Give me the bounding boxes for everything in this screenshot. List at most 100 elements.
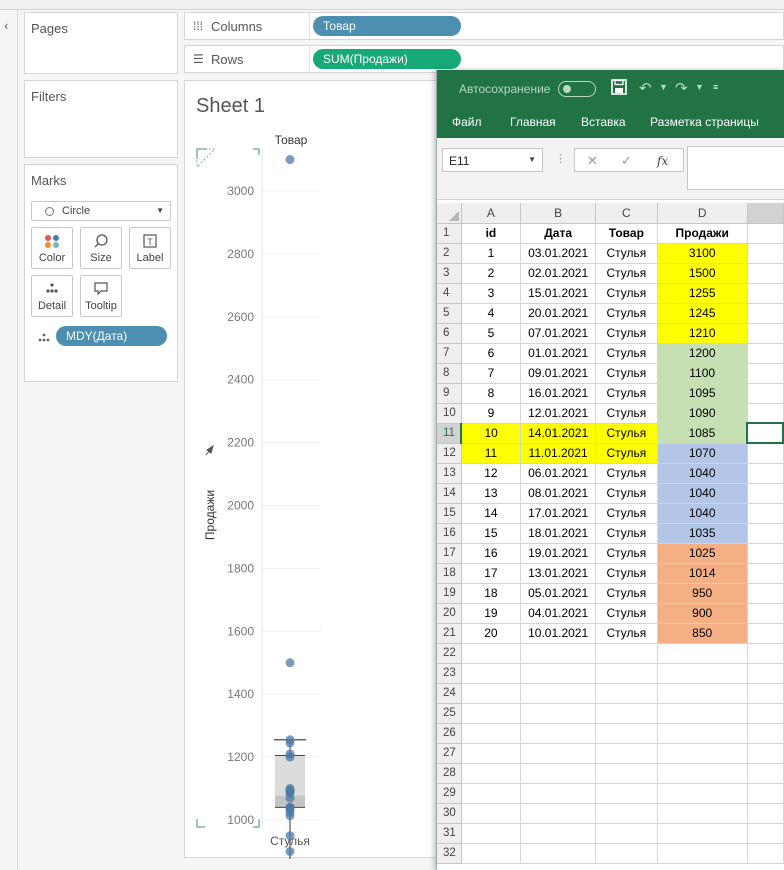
cell[interactable] [461,703,522,724]
product-cell[interactable]: Стулья [595,303,658,324]
cell[interactable] [461,663,522,684]
row-header[interactable]: 3 [437,263,462,284]
cell[interactable] [595,643,658,664]
cell[interactable] [595,823,658,844]
row-header[interactable]: 17 [437,543,462,564]
name-box[interactable]: E11 ▼ [442,148,543,172]
row-header[interactable]: 27 [437,743,462,764]
tab-file[interactable]: Файл [452,115,482,129]
id-cell[interactable]: 9 [461,403,522,424]
cell[interactable] [747,803,784,824]
row-header[interactable]: 20 [437,603,462,624]
row-header[interactable]: 28 [437,763,462,784]
product-cell[interactable]: Стулья [595,523,658,544]
cell[interactable] [461,783,522,804]
id-cell[interactable]: 6 [461,343,522,364]
cell[interactable] [747,723,784,744]
active-cell[interactable] [746,422,784,444]
product-cell[interactable]: Стулья [595,263,658,284]
product-cell[interactable]: Стулья [595,243,658,264]
cell[interactable] [520,803,597,824]
data-point[interactable] [285,831,295,841]
product-cell[interactable]: Стулья [595,503,658,524]
column-header-c[interactable]: C [595,203,658,224]
cell[interactable] [747,303,784,324]
sales-cell[interactable]: 1255 [657,283,748,304]
cell[interactable] [747,363,784,384]
cell[interactable] [747,543,784,564]
cell[interactable] [747,583,784,604]
cell[interactable] [747,243,784,264]
cell[interactable] [595,743,658,764]
cell[interactable] [747,483,784,504]
cell[interactable] [657,783,748,804]
data-point[interactable] [285,811,295,821]
label-button[interactable]: T Label [129,227,171,269]
pages-card[interactable]: Pages [24,12,178,74]
date-cell[interactable]: 12.01.2021 [520,403,597,424]
cell[interactable] [747,743,784,764]
cell[interactable] [747,323,784,344]
redo-dropdown-icon[interactable]: ▼ [695,82,704,92]
cell[interactable] [657,663,748,684]
product-cell[interactable]: Стулья [595,543,658,564]
cell[interactable] [461,803,522,824]
cell[interactable] [747,463,784,484]
data-point[interactable] [285,155,295,165]
row-header[interactable]: 23 [437,663,462,684]
date-cell[interactable]: 06.01.2021 [520,463,597,484]
header-cell[interactable]: Продажи [657,223,748,244]
row-header[interactable]: 24 [437,683,462,704]
cell[interactable] [747,683,784,704]
cell[interactable] [595,783,658,804]
row-header[interactable]: 32 [437,843,462,864]
cell[interactable] [657,703,748,724]
date-cell[interactable]: 10.01.2021 [520,623,597,644]
row-header[interactable]: 7 [437,343,462,364]
product-cell[interactable]: Стулья [595,343,658,364]
cell[interactable] [657,803,748,824]
sales-cell[interactable]: 1500 [657,263,748,284]
product-cell[interactable]: Стулья [595,463,658,484]
mark-type-dropdown[interactable]: Circle ▼ [31,201,171,221]
cell[interactable] [461,683,522,704]
date-cell[interactable]: 09.01.2021 [520,363,597,384]
cell[interactable] [595,843,658,864]
tab-insert[interactable]: Вставка [581,115,626,129]
cell[interactable] [461,763,522,784]
id-cell[interactable]: 5 [461,323,522,344]
cell[interactable] [657,843,748,864]
sales-cell[interactable]: 900 [657,603,748,624]
date-cell[interactable]: 17.01.2021 [520,503,597,524]
tooltip-button[interactable]: Tooltip [80,275,122,317]
enter-icon[interactable]: ✓ [621,153,632,169]
data-point[interactable] [285,658,295,668]
save-icon[interactable] [611,79,627,99]
tab-home[interactable]: Главная [510,115,556,129]
cell[interactable] [657,823,748,844]
color-button[interactable]: Color [31,227,73,269]
sales-cell[interactable]: 1085 [657,423,748,444]
row-header[interactable]: 2 [437,243,462,264]
detail-button[interactable]: Detail [31,275,73,317]
row-header[interactable]: 6 [437,323,462,344]
header-cell[interactable]: Дата [520,223,597,244]
cell[interactable] [520,763,597,784]
undo-dropdown-icon[interactable]: ▼ [659,82,668,92]
data-point[interactable] [285,738,295,748]
row-header[interactable]: 9 [437,383,462,404]
cell[interactable] [747,603,784,624]
cell[interactable] [595,723,658,744]
row-header[interactable]: 25 [437,703,462,724]
row-header[interactable]: 31 [437,823,462,844]
sales-cell[interactable]: 1095 [657,383,748,404]
cell[interactable] [747,263,784,284]
column-header-a[interactable]: A [461,203,522,224]
row-header[interactable]: 4 [437,283,462,304]
autosave-toggle[interactable] [558,81,596,97]
product-cell[interactable]: Стулья [595,283,658,304]
data-point[interactable] [285,846,295,856]
formula-input[interactable] [687,146,784,190]
cell[interactable] [595,763,658,784]
row-header[interactable]: 30 [437,803,462,824]
